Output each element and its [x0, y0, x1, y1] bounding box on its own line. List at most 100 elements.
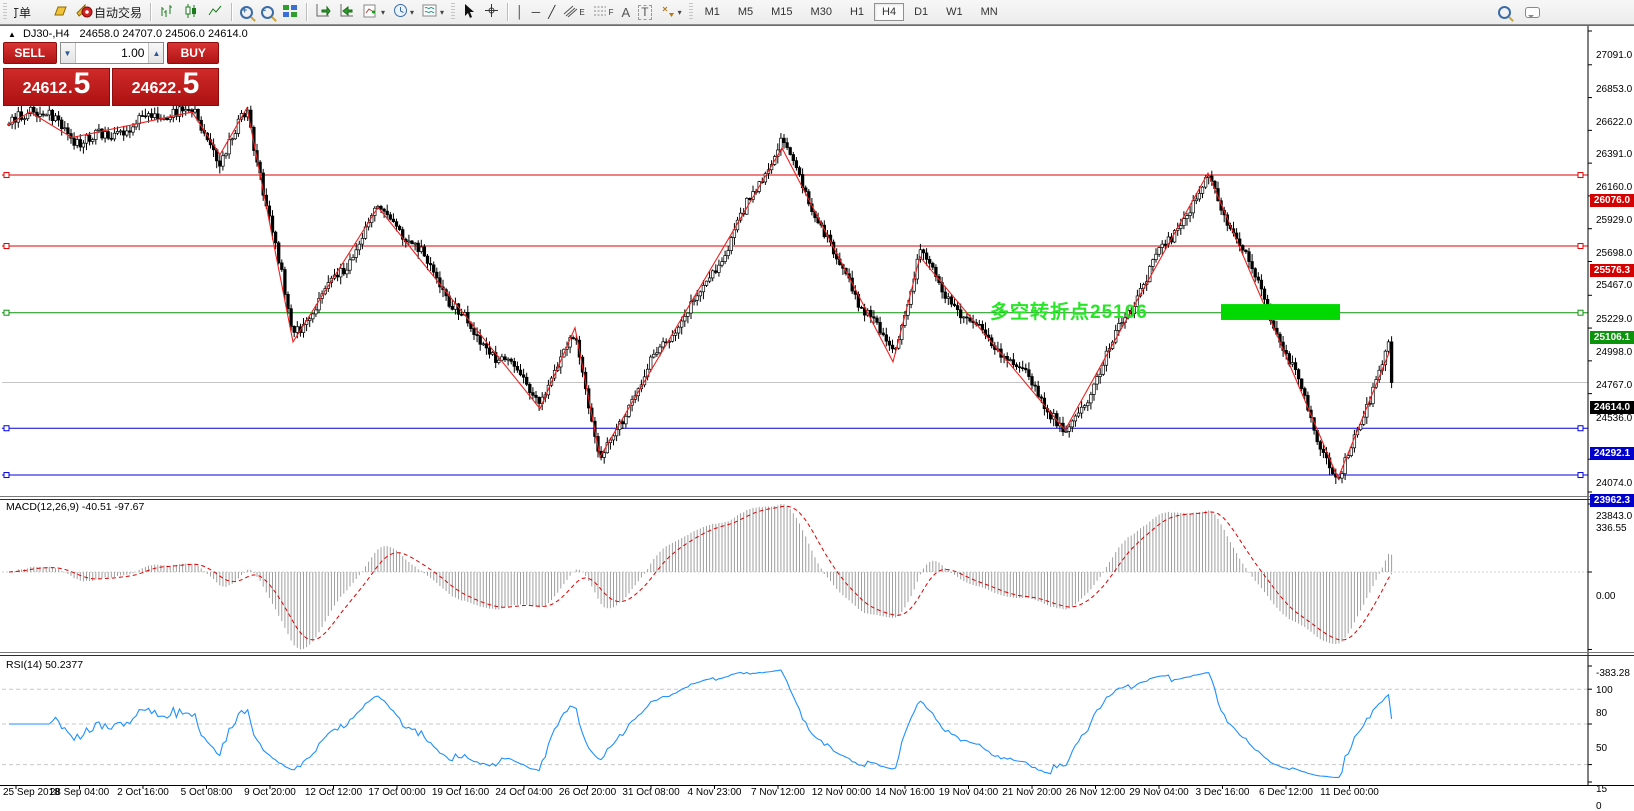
bar-chart-icon	[159, 3, 175, 22]
line-chart-icon	[207, 3, 223, 22]
zoom-in-icon: +	[240, 6, 253, 19]
timeframe-button-w1[interactable]: W1	[938, 3, 971, 21]
search-icon	[1498, 6, 1511, 19]
timeframe-button-h1[interactable]: H1	[842, 3, 872, 21]
autotrading-button[interactable]: 自动交易	[72, 2, 146, 22]
line-handle	[4, 173, 9, 178]
mt4-window: 订单 自动交易	[0, 0, 1634, 811]
rsi-indicator-label: RSI(14) 50.2377	[6, 659, 83, 671]
new-order-button[interactable]	[48, 2, 72, 22]
indicators-button[interactable]: ▾	[359, 2, 389, 22]
timeframe-button-m1[interactable]: M1	[697, 3, 728, 21]
auto-scroll-icon	[315, 3, 331, 21]
highlight-rect	[1221, 304, 1340, 320]
zoom-out-button[interactable]: -	[257, 2, 278, 22]
new-order-icon	[52, 4, 68, 21]
sell-price-fraction: 5	[74, 69, 91, 99]
chart-canvas[interactable]	[0, 25, 1634, 811]
chart-shift-button[interactable]	[335, 2, 359, 22]
macd-histogram	[9, 504, 1392, 649]
line-handle	[1578, 426, 1583, 431]
timeframe-button-d1[interactable]: D1	[906, 3, 936, 21]
toolbar-separator	[231, 3, 232, 21]
volume-decrease-button[interactable]: ▼	[61, 43, 76, 63]
tile-windows-icon	[282, 3, 298, 21]
candles-layer	[8, 102, 1393, 484]
indicators-icon	[363, 3, 379, 22]
dropdown-arrow-icon: ▾	[381, 8, 385, 17]
volume-value[interactable]: 1.00	[76, 43, 149, 63]
bar-chart-button[interactable]	[155, 2, 179, 22]
chat-icon	[1525, 7, 1540, 18]
main-price-pane	[2, 102, 1588, 484]
toolbar-separator	[306, 3, 307, 21]
toolbar-separator	[507, 3, 508, 21]
periods-button[interactable]: ▾	[389, 2, 418, 22]
collapse-panel-icon[interactable]: ▲	[8, 30, 16, 39]
autotrading-icon	[76, 3, 94, 21]
arrows-tool[interactable]: ▾	[656, 2, 686, 22]
candlestick-chart-button[interactable]	[179, 2, 203, 22]
auto-scroll-button[interactable]	[311, 2, 335, 22]
horizontal-line-tool[interactable]: ─	[528, 2, 545, 22]
autotrading-label: 自动交易	[94, 4, 142, 21]
chart-shift-icon	[339, 3, 355, 21]
chart-annotation-text[interactable]: 多空转折点25106	[990, 297, 1148, 324]
buy-price-box[interactable]: 24622.5	[112, 68, 219, 106]
chart-window[interactable]: 27091.026853.026622.026391.026160.025929…	[0, 25, 1634, 811]
fibonacci-letter: F	[609, 8, 614, 17]
toolbar-grip[interactable]	[3, 3, 7, 21]
cursor-button[interactable]	[458, 2, 480, 22]
volume-stepper: ▼ 1.00 ▲	[60, 42, 165, 64]
zoom-in-button[interactable]: +	[236, 2, 257, 22]
buy-price-main: 24622	[132, 80, 177, 98]
crosshair-button[interactable]	[480, 2, 503, 22]
orders-button[interactable]: 订单	[10, 2, 48, 22]
chart-ohlc-values: 24658.0 24707.0 24506.0 24614.0	[80, 28, 248, 40]
channel-tool[interactable]: E	[559, 2, 588, 22]
templates-icon	[422, 3, 438, 21]
dropdown-arrow-icon: ▾	[410, 8, 414, 17]
line-handle	[1578, 243, 1583, 248]
one-click-trading-panel: SELL ▼ 1.00 ▲ BUY 24612.5 24622.5	[3, 42, 219, 106]
zoom-out-icon: -	[261, 6, 274, 19]
line-handle	[4, 473, 9, 478]
volume-increase-button[interactable]: ▲	[148, 43, 163, 63]
timeframe-button-mn[interactable]: MN	[973, 3, 1006, 21]
search-button[interactable]	[1494, 2, 1515, 22]
cursor-icon	[462, 3, 476, 22]
sell-button[interactable]: SELL	[3, 42, 57, 64]
toolbar-grip[interactable]	[689, 3, 693, 21]
vertical-line-tool[interactable]: │	[512, 2, 528, 22]
crosshair-icon	[484, 3, 499, 21]
chat-button[interactable]	[1521, 2, 1544, 22]
channel-icon	[563, 4, 579, 21]
line-chart-button[interactable]	[203, 2, 227, 22]
trendline-tool[interactable]: ╱	[544, 2, 559, 22]
fibonacci-tool[interactable]: F	[589, 2, 618, 22]
text-tool-icon: A	[622, 5, 631, 20]
templates-button[interactable]: ▾	[418, 2, 448, 22]
dropdown-arrow-icon: ▾	[440, 8, 444, 17]
timeframe-button-h4[interactable]: H4	[874, 3, 904, 21]
timeframe-button-m30[interactable]: M30	[803, 3, 840, 21]
channel-letter: E	[579, 8, 584, 17]
rsi-pane	[2, 670, 1588, 777]
buy-button-label: BUY	[181, 46, 206, 60]
horizontal-line-icon: ─	[532, 5, 541, 19]
sell-button-label: SELL	[14, 46, 45, 60]
toolbar-grip[interactable]	[451, 3, 455, 21]
buy-button[interactable]: BUY	[167, 42, 219, 64]
line-handle	[4, 426, 9, 431]
timeframe-button-m5[interactable]: M5	[730, 3, 761, 21]
line-handle	[1578, 310, 1583, 315]
sell-price-main: 24612	[23, 80, 68, 98]
timeframe-button-m15[interactable]: M15	[763, 3, 800, 21]
text-tool[interactable]: A	[618, 2, 635, 22]
tile-windows-button[interactable]	[278, 2, 302, 22]
text-label-tool[interactable]: T	[634, 2, 655, 22]
vertical-line-icon: │	[516, 5, 524, 19]
sell-price-box[interactable]: 24612.5	[3, 68, 110, 106]
arrows-icon	[660, 4, 676, 21]
dropdown-arrow-icon: ▾	[678, 8, 682, 17]
